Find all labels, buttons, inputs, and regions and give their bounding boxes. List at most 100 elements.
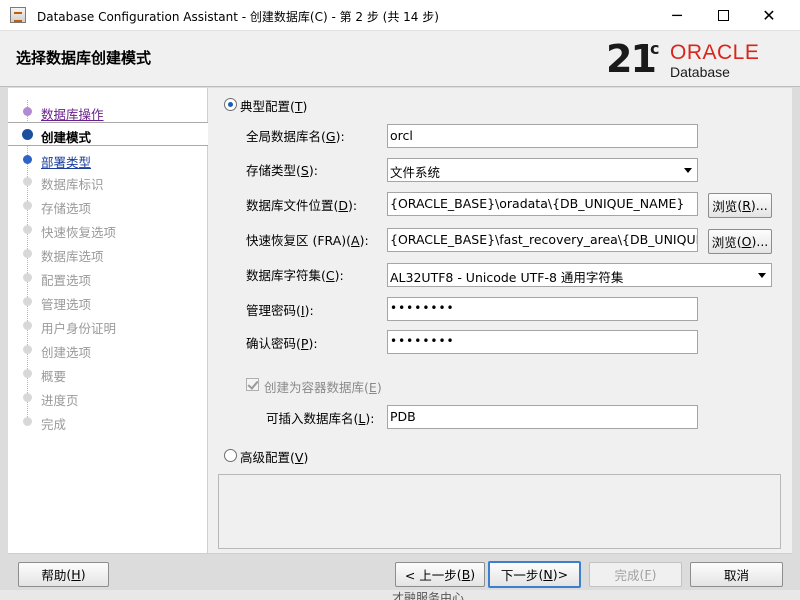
mnemonic: R <box>742 198 751 213</box>
step-label: 创建选项 <box>41 345 92 360</box>
step-label: 概要 <box>41 369 67 384</box>
mnemonic: G <box>325 129 336 144</box>
step-creation-mode[interactable]: 创建模式 <box>8 122 208 146</box>
maximize-icon <box>717 10 729 21</box>
background-window-text: 才融服务由心 <box>392 591 465 600</box>
next-button[interactable]: 下一步(N) > <box>488 561 581 588</box>
label-text: 数据库文件位置 <box>246 198 334 213</box>
step-bullet-icon <box>23 369 32 378</box>
mnemonic: E <box>368 380 377 395</box>
button-suffix: > <box>557 567 569 582</box>
typical-config-label[interactable]: 典型配置(T) <box>240 96 307 115</box>
step-bullet-icon <box>22 129 33 140</box>
description-panel <box>218 474 781 549</box>
step-bullet-icon <box>23 393 32 402</box>
label-text: 快速恢复区 (FRA) <box>246 233 347 248</box>
step-bullet-icon <box>23 345 32 354</box>
step-bullet-icon <box>23 417 32 426</box>
step-label: 创建模式 <box>41 130 92 145</box>
fra-input[interactable]: {ORACLE_BASE}\fast_recovery_area\{DB_UNI… <box>387 228 698 252</box>
confirm-password-input[interactable]: •••••••• <box>387 330 698 354</box>
logo-version-suffix: c <box>650 39 660 58</box>
help-button[interactable]: 帮助(H) <box>18 562 109 587</box>
minimize-button[interactable]: ─ <box>654 0 700 31</box>
title-bar: Database Configuration Assistant - 创建数据库… <box>0 0 800 31</box>
label-text: 典型配置 <box>240 99 291 114</box>
mnemonic: V <box>294 450 304 465</box>
button-label: 完成 <box>614 568 640 583</box>
label-text: 可插入数据库名 <box>266 411 354 426</box>
advanced-config-radio[interactable] <box>224 449 237 462</box>
step-creation-options: 创建选项 <box>8 338 208 362</box>
fra-label: 快速恢复区 (FRA)(A): <box>246 233 369 248</box>
oracle-logo: 21 c ORACLE Database <box>606 37 791 83</box>
global-db-name-input[interactable]: orcl <box>387 124 698 148</box>
step-deployment-type[interactable]: 部署类型 <box>8 148 208 172</box>
step-bullet-icon <box>23 177 32 186</box>
step-db-identification: 数据库标识 <box>8 170 208 194</box>
admin-password-label: 管理密码(I): <box>246 303 314 318</box>
db-file-location-input[interactable]: {ORACLE_BASE}\oradata\{DB_UNIQUE_NAME} <box>387 192 698 216</box>
step-user-credentials: 用户身份证明 <box>8 314 208 338</box>
browse-db-location-button[interactable]: 浏览(R)... <box>708 193 772 218</box>
mnemonic: N <box>543 567 553 582</box>
browse-fra-button[interactable]: 浏览(O)... <box>708 229 772 254</box>
step-label: 用户身份证明 <box>41 321 117 336</box>
button-label: < 上一步 <box>404 568 457 583</box>
button-label: 下一步 <box>500 568 539 583</box>
step-bullet-icon <box>23 321 32 330</box>
step-bullet-icon <box>23 107 32 116</box>
storage-type-label: 存储类型(S): <box>246 163 318 178</box>
confirm-password-label: 确认密码(P): <box>246 336 318 351</box>
container-db-checkbox <box>246 378 259 391</box>
step-finish: 完成 <box>8 410 208 434</box>
label-text: 全局数据库名 <box>246 129 322 144</box>
mnemonic: F <box>644 567 652 582</box>
label-text: 存储类型 <box>246 163 297 178</box>
mnemonic: S <box>300 163 309 178</box>
button-label: 浏览 <box>711 235 737 250</box>
step-progress: 进度页 <box>8 386 208 410</box>
step-label: 存储选项 <box>41 201 92 216</box>
step-label: 管理选项 <box>41 297 92 312</box>
label-text: 高级配置 <box>240 450 291 465</box>
label-text: 管理密码 <box>246 303 297 318</box>
db-file-location-label: 数据库文件位置(D): <box>246 198 358 213</box>
selected-value: AL32UTF8 - Unicode UTF-8 通用字符集 <box>390 270 624 285</box>
step-db-operation[interactable]: 数据库操作 <box>8 100 208 124</box>
advanced-config-label[interactable]: 高级配置(V) <box>240 447 308 466</box>
pdb-name-input[interactable]: PDB <box>387 405 698 429</box>
window-title: Database Configuration Assistant - 创建数据库… <box>37 10 439 24</box>
step-management-options: 管理选项 <box>8 290 208 314</box>
label-text: 确认密码 <box>246 336 297 351</box>
typical-config-radio[interactable] <box>224 98 237 111</box>
step-storage-options: 存储选项 <box>8 194 208 218</box>
finish-button: 完成(F) <box>589 562 682 587</box>
back-button[interactable]: < 上一步(B) <box>395 562 485 587</box>
step-label: 数据库选项 <box>41 249 104 264</box>
label-text: 数据库字符集 <box>246 268 322 283</box>
close-button[interactable]: ✕ <box>746 0 792 31</box>
cancel-button[interactable]: 取消 <box>690 562 783 587</box>
mnemonic: B <box>461 567 471 582</box>
admin-password-input[interactable]: •••••••• <box>387 297 698 321</box>
charset-select[interactable]: AL32UTF8 - Unicode UTF-8 通用字符集 <box>387 263 772 287</box>
storage-type-select[interactable]: 文件系统 <box>387 158 698 182</box>
step-bullet-icon <box>23 273 32 282</box>
label-text: 创建为容器数据库 <box>264 380 365 395</box>
maximize-button[interactable] <box>700 0 746 31</box>
page-title: 选择数据库创建模式 <box>16 49 152 67</box>
mnemonic: H <box>71 567 81 582</box>
step-fast-recovery: 快速恢复选项 <box>8 218 208 242</box>
mnemonic: I <box>300 303 305 318</box>
step-label: 数据库操作 <box>41 107 104 122</box>
step-label: 进度页 <box>41 393 79 408</box>
logo-version: 21 <box>606 37 657 81</box>
mnemonic: T <box>294 99 303 114</box>
chevron-down-icon <box>758 273 766 278</box>
mnemonic: O <box>741 234 752 249</box>
mnemonic: C <box>325 268 335 283</box>
step-bullet-icon <box>23 155 32 164</box>
step-bullet-icon <box>23 201 32 210</box>
step-label: 完成 <box>41 417 67 432</box>
